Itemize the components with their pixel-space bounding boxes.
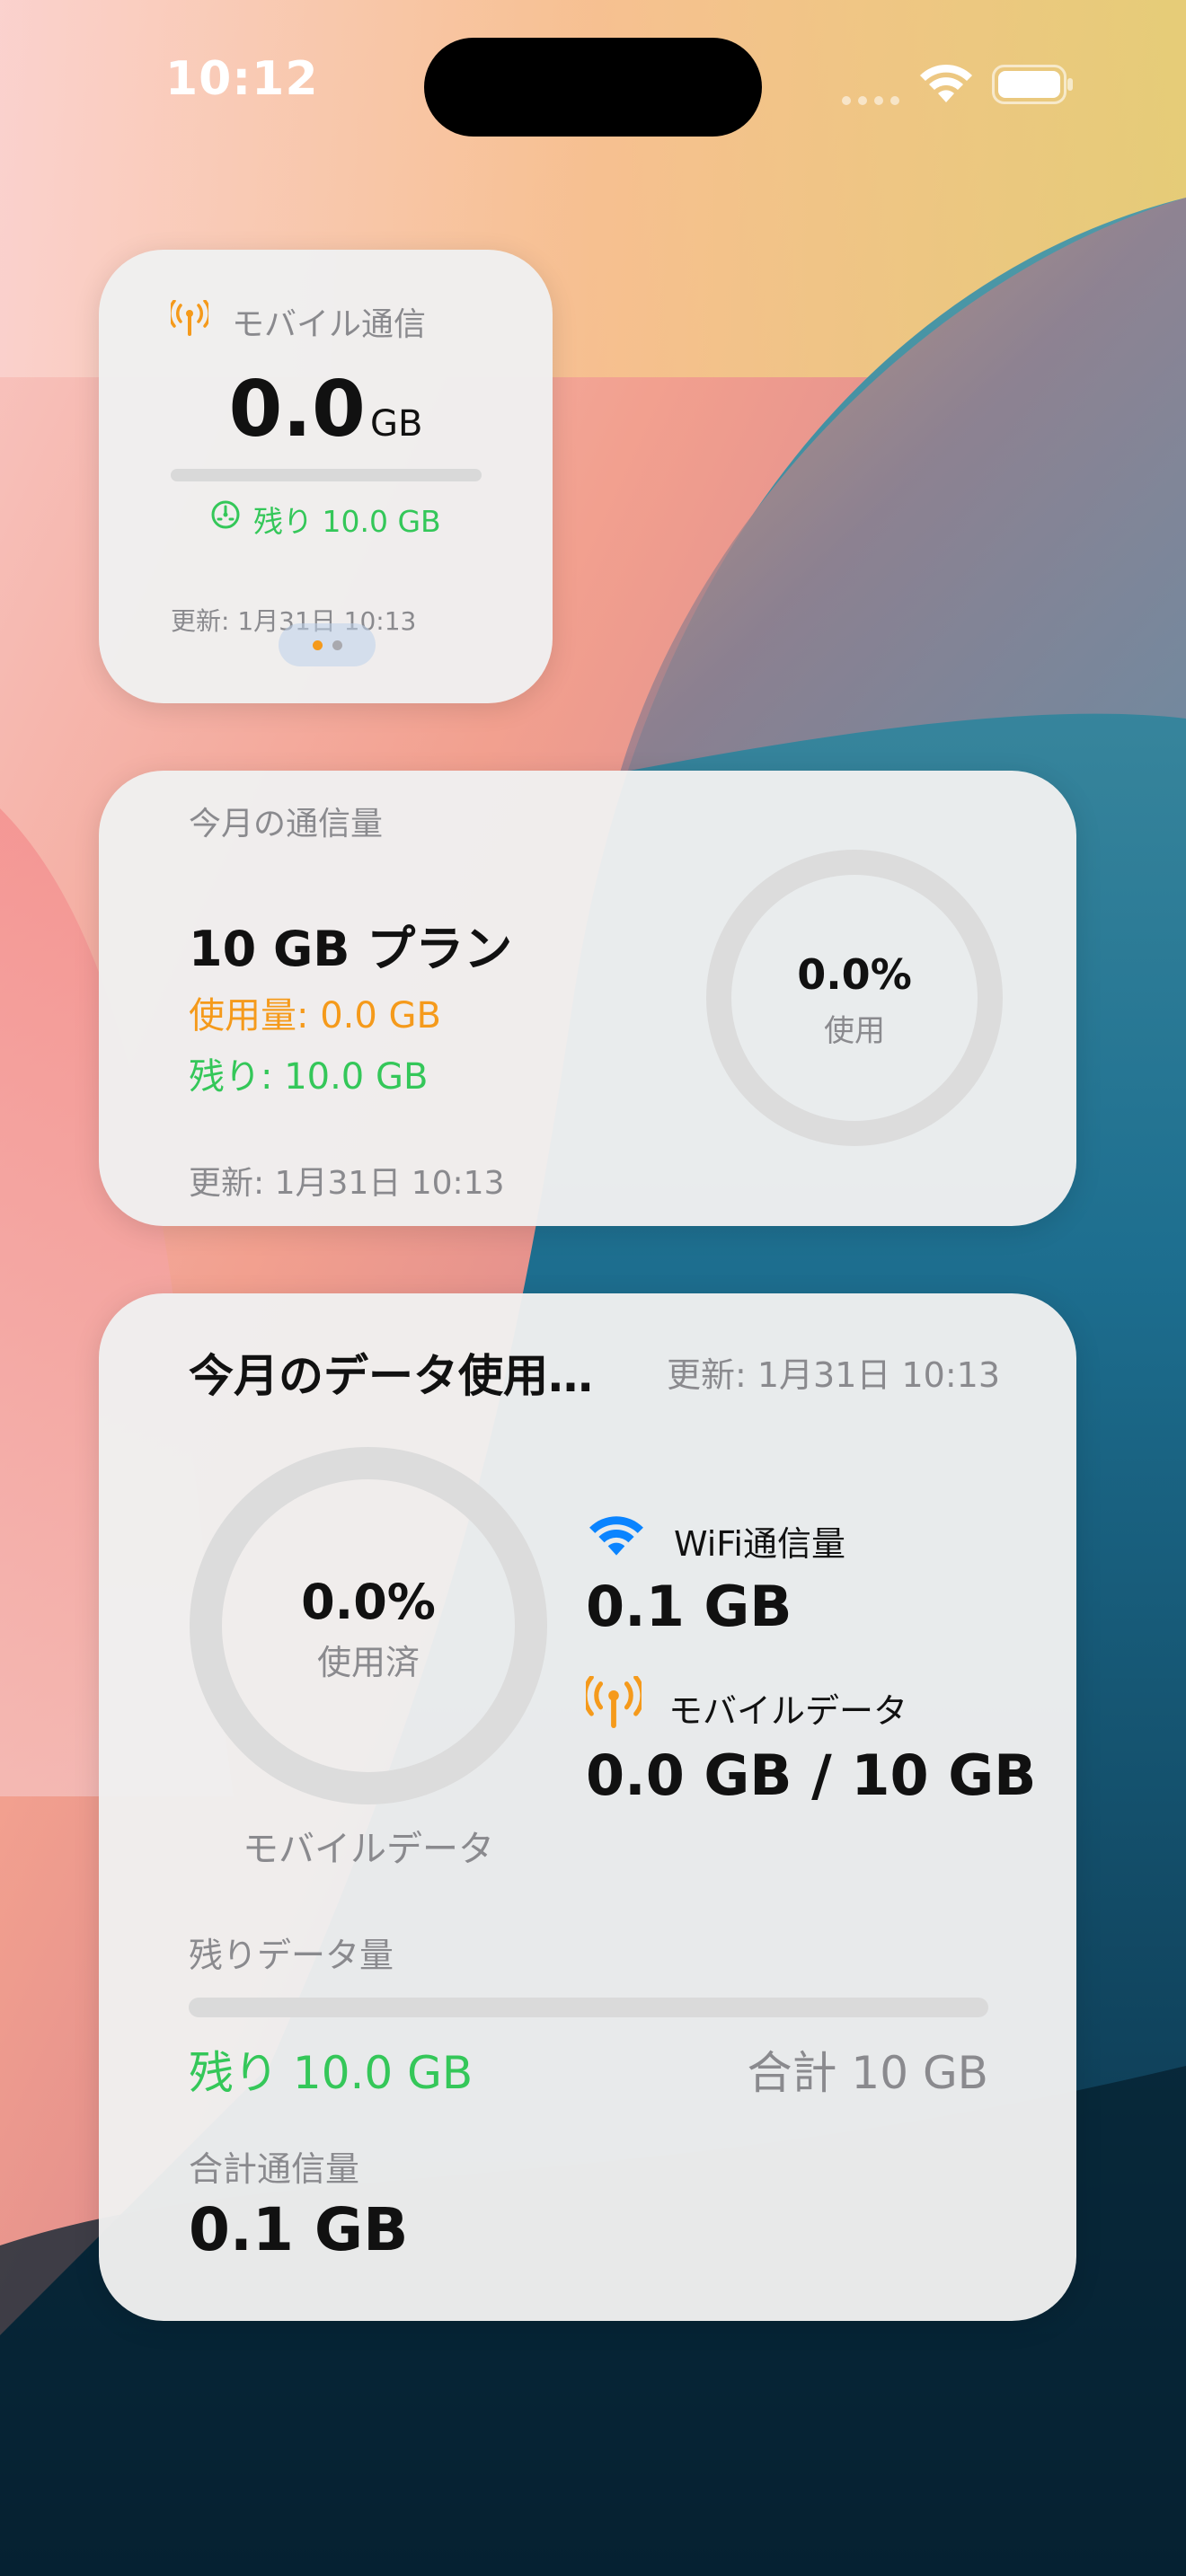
small-usage-row: 0.0 GB	[99, 365, 553, 454]
small-usage-value: 0.0	[228, 365, 366, 454]
mobile-antenna-icon	[582, 1674, 645, 1732]
small-widget[interactable]: モバイル通信 0.0 GB 残り 10.0 GB 更新: 1月31日 10:13	[99, 250, 553, 703]
wifi-icon	[588, 1514, 645, 1561]
small-usage-unit: GB	[370, 403, 423, 445]
small-usage-bar	[171, 469, 482, 481]
medium-used: 使用量: 0.0 GB	[189, 995, 441, 1037]
large-widget[interactable]: 今月のデータ使用… 更新: 1月31日 10:13 0.0% 使用済 モバイルデ…	[99, 1293, 1076, 2321]
medium-remaining: 残り: 10.0 GB	[189, 1056, 429, 1098]
medium-widget-title: 今月の通信量	[189, 806, 384, 842]
large-widget-title: 今月のデータ使用…	[189, 1350, 593, 1402]
large-updated: 更新: 1月31日 10:13	[667, 1355, 1001, 1395]
mobile-value: 0.0 GB / 10 GB	[586, 1742, 1037, 1808]
large-usage-ring: 0.0% 使用済	[189, 1446, 548, 1805]
wifi-value: 0.1 GB	[586, 1574, 792, 1639]
medium-widget[interactable]: 今月の通信量 10 GB プラン 使用量: 0.0 GB 残り: 10.0 GB…	[99, 771, 1076, 1226]
small-widget-title: モバイル通信	[232, 306, 427, 343]
large-ring-percent: 0.0%	[301, 1574, 436, 1630]
remaining-bar	[189, 1998, 988, 2017]
total-value: 0.1 GB	[189, 2195, 409, 2264]
status-time: 10:12	[165, 52, 319, 106]
wifi-label: WiFi通信量	[674, 1524, 845, 1564]
page-dot	[332, 640, 342, 650]
ring-caption: モバイルデータ	[243, 1829, 494, 1870]
page-dot-active	[313, 640, 323, 650]
medium-ring-label: 使用	[824, 1013, 885, 1049]
large-ring-label: 使用済	[316, 1643, 420, 1682]
remaining-value: 残り 10.0 GB	[189, 2047, 474, 2099]
remaining-section-label: 残りデータ量	[189, 1936, 394, 1975]
medium-ring-percent: 0.0%	[797, 950, 912, 999]
battery-icon	[992, 65, 1075, 108]
gauge-icon	[210, 499, 241, 534]
dynamic-island	[424, 38, 762, 137]
plan-name: 10 GB プラン	[189, 921, 513, 977]
signal-icon	[841, 93, 900, 105]
total-plan: 合計 10 GB	[747, 2047, 988, 2099]
medium-updated: 更新: 1月31日 10:13	[189, 1165, 505, 1202]
mobile-label: モバイルデータ	[668, 1691, 908, 1731]
antenna-icon	[168, 299, 211, 340]
total-label: 合計通信量	[189, 2149, 360, 2189]
small-remaining: 残り 10.0 GB	[253, 504, 441, 539]
medium-usage-ring: 0.0% 使用	[706, 850, 1003, 1146]
wifi-status-icon	[918, 63, 974, 108]
page-indicator	[279, 623, 376, 666]
